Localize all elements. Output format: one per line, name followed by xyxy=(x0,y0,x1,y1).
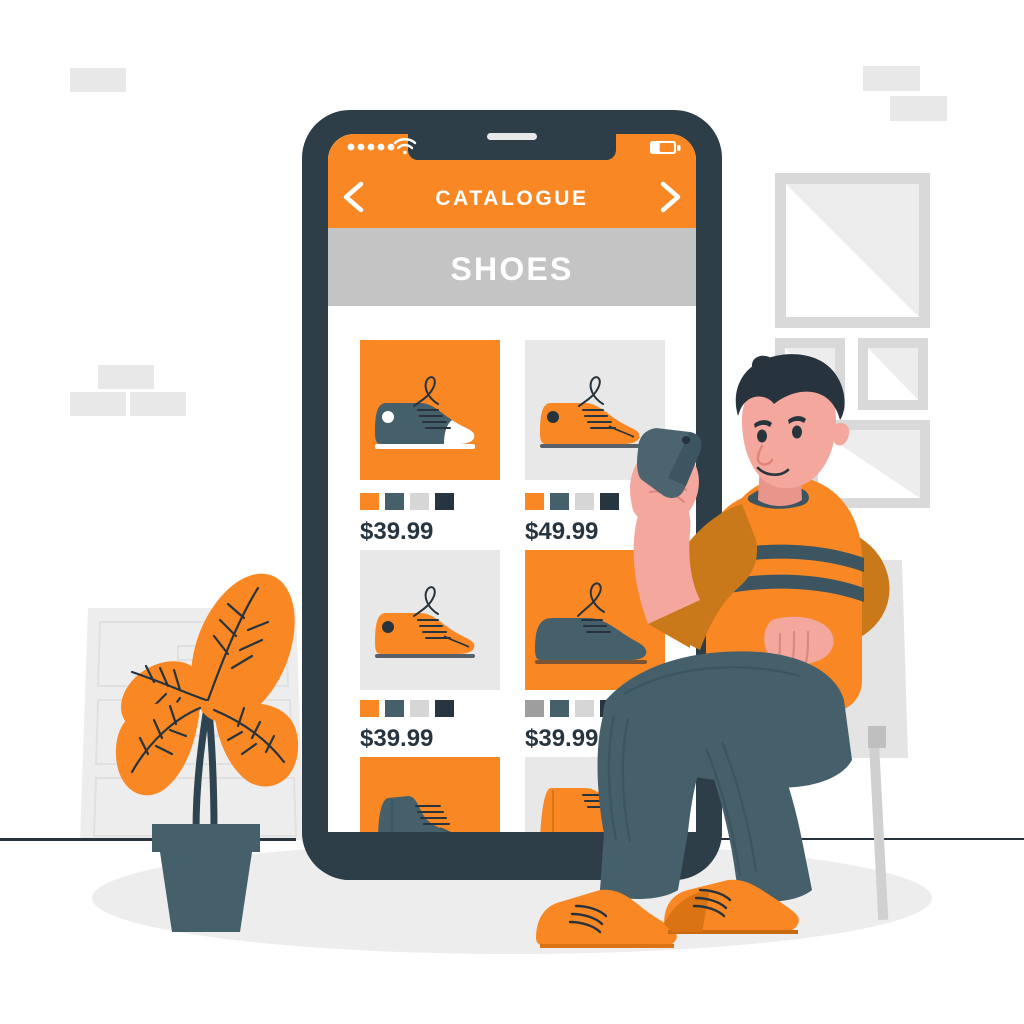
battery-icon xyxy=(650,141,681,154)
wall-brick xyxy=(98,365,154,389)
product-price: $39.99 xyxy=(525,725,598,752)
swatch[interactable] xyxy=(575,493,594,510)
swatch[interactable] xyxy=(360,700,379,717)
swatch[interactable] xyxy=(550,493,569,510)
swatch[interactable] xyxy=(360,493,379,510)
product-price: $49.99 xyxy=(525,518,598,545)
swatch[interactable] xyxy=(435,700,454,717)
swatch[interactable] xyxy=(410,700,429,717)
wall-brick xyxy=(863,66,920,91)
swatch[interactable] xyxy=(575,700,594,717)
picture-frame-small-right xyxy=(858,338,928,410)
illustration-canvas: CATALOGUE SHOES $39.99 $49.99 $39.99 $39… xyxy=(0,0,1024,1024)
picture-frame-large xyxy=(775,173,930,328)
swatch[interactable] xyxy=(600,493,619,510)
wall-brick xyxy=(130,392,186,416)
nav-title: CATALOGUE xyxy=(435,187,588,210)
wall-brick xyxy=(70,392,126,416)
swatch[interactable] xyxy=(435,493,454,510)
section-title: SHOES xyxy=(450,251,573,287)
chair-leg-joint xyxy=(868,726,886,748)
swatch[interactable] xyxy=(385,700,404,717)
swatch[interactable] xyxy=(385,493,404,510)
product-price: $39.99 xyxy=(360,725,433,752)
held-phone-camera-icon xyxy=(682,436,690,444)
speaker-slot-icon xyxy=(487,133,537,140)
wall-brick xyxy=(890,96,947,121)
section-header: SHOES xyxy=(328,228,696,306)
swatch[interactable] xyxy=(525,700,544,717)
swatch[interactable] xyxy=(550,700,569,717)
swatch[interactable] xyxy=(410,493,429,510)
product-price: $39.99 xyxy=(360,518,433,545)
wall-brick xyxy=(70,68,126,92)
swatch[interactable] xyxy=(525,493,544,510)
